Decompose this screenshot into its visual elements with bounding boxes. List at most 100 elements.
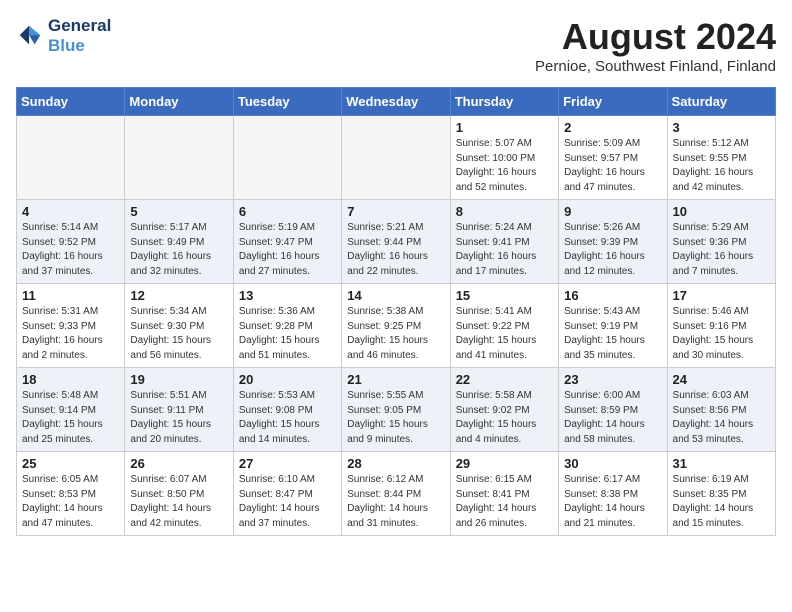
calendar-header-row: SundayMondayTuesdayWednesdayThursdayFrid… [17,88,776,116]
calendar-day-cell: 21 Sunrise: 5:55 AMSunset: 9:05 PMDayligh… [342,368,450,452]
calendar-day-cell: 25 Sunrise: 6:05 AMSunset: 8:53 PMDayligh… [17,452,125,536]
day-info: Sunrise: 5:34 AMSunset: 9:30 PMDaylight:… [130,305,227,363]
calendar-day-cell: 5 Sunrise: 5:17 AMSunset: 9:49 PMDaylight… [125,200,233,284]
calendar-day-cell: 10Sunrise: 5:29 AMSunset: 9:36 PMDayligh… [667,200,775,284]
page-header: General Blue August 2024 Pernioe, Southw… [16,16,776,75]
day-info: Sunrise: 5:51 AMSunset: 9:11 PMDaylight:… [130,389,227,447]
calendar-table: SundayMondayTuesdayWednesdayThursdayFrid… [16,87,776,536]
day-number: 1 [456,120,553,135]
logo-text: General Blue [48,16,111,56]
day-info: Sunrise: 5:19 AMSunset: 9:47 PMDaylight:… [239,221,336,279]
day-number: 24 [673,372,770,387]
day-number: 11 [22,288,119,303]
day-number: 2 [564,120,661,135]
day-info: Sunrise: 5:46 AMSunset: 9:16 PMDaylight:… [673,305,770,363]
day-number: 4 [22,204,119,219]
day-header-saturday: Saturday [667,88,775,116]
calendar-week-row: 25 Sunrise: 6:05 AMSunset: 8:53 PMDayligh… [17,452,776,536]
calendar-day-cell: 2 Sunrise: 5:09 AMSunset: 9:57 PMDaylight… [559,116,667,200]
day-info: Sunrise: 5:21 AMSunset: 9:44 PMDaylight:… [347,221,444,279]
calendar-day-cell [17,116,125,200]
day-info: Sunrise: 5:58 AMSunset: 9:02 PMDaylight:… [456,389,553,447]
calendar-day-cell: 8 Sunrise: 5:24 AMSunset: 9:41 PMDaylight… [450,200,558,284]
calendar-day-cell: 23Sunrise: 6:00 AMSunset: 8:59 PMDayligh… [559,368,667,452]
day-number: 28 [347,456,444,471]
calendar-day-cell: 6 Sunrise: 5:19 AMSunset: 9:47 PMDaylight… [233,200,341,284]
calendar-day-cell [125,116,233,200]
day-number: 20 [239,372,336,387]
day-header-tuesday: Tuesday [233,88,341,116]
day-number: 6 [239,204,336,219]
day-info: Sunrise: 5:55 AMSunset: 9:05 PMDaylight:… [347,389,444,447]
day-info: Sunrise: 5:07 AMSunset: 10:00 PMDaylight… [456,137,553,195]
calendar-day-cell: 1 Sunrise: 5:07 AMSunset: 10:00 PMDayligh… [450,116,558,200]
day-info: Sunrise: 6:00 AMSunset: 8:59 PMDaylight:… [564,389,661,447]
day-header-monday: Monday [125,88,233,116]
day-number: 12 [130,288,227,303]
day-number: 5 [130,204,227,219]
day-number: 8 [456,204,553,219]
day-number: 29 [456,456,553,471]
calendar-day-cell: 28 Sunrise: 6:12 AMSunset: 8:44 PMDayligh… [342,452,450,536]
day-info: Sunrise: 6:03 AMSunset: 8:56 PMDaylight:… [673,389,770,447]
calendar-week-row: 1 Sunrise: 5:07 AMSunset: 10:00 PMDayligh… [17,116,776,200]
day-number: 25 [22,456,119,471]
day-number: 18 [22,372,119,387]
day-number: 13 [239,288,336,303]
day-info: Sunrise: 6:12 AMSunset: 8:44 PMDaylight:… [347,473,444,531]
day-info: Sunrise: 5:38 AMSunset: 9:25 PMDaylight:… [347,305,444,363]
calendar-day-cell [342,116,450,200]
day-number: 31 [673,456,770,471]
calendar-day-cell: 14 Sunrise: 5:38 AMSunset: 9:25 PMDayligh… [342,284,450,368]
calendar-week-row: 4 Sunrise: 5:14 AMSunset: 9:52 PMDaylight… [17,200,776,284]
day-info: Sunrise: 6:05 AMSunset: 8:53 PMDaylight:… [22,473,119,531]
day-header-thursday: Thursday [450,88,558,116]
day-info: Sunrise: 5:12 AMSunset: 9:55 PMDaylight:… [673,137,770,195]
day-number: 9 [564,204,661,219]
calendar-day-cell: 24 Sunrise: 6:03 AMSunset: 8:56 PMDayligh… [667,368,775,452]
day-info: Sunrise: 6:10 AMSunset: 8:47 PMDaylight:… [239,473,336,531]
day-number: 16 [564,288,661,303]
calendar-day-cell: 13 Sunrise: 5:36 AMSunset: 9:28 PMDayligh… [233,284,341,368]
calendar-day-cell: 22Sunrise: 5:58 AMSunset: 9:02 PMDayligh… [450,368,558,452]
calendar-day-cell: 16 Sunrise: 5:43 AMSunset: 9:19 PMDayligh… [559,284,667,368]
logo: General Blue [16,16,111,56]
calendar-week-row: 18Sunrise: 5:48 AMSunset: 9:14 PMDayligh… [17,368,776,452]
day-number: 26 [130,456,227,471]
calendar-day-cell: 17 Sunrise: 5:46 AMSunset: 9:16 PMDayligh… [667,284,775,368]
calendar-day-cell: 3 Sunrise: 5:12 AMSunset: 9:55 PMDaylight… [667,116,775,200]
day-number: 19 [130,372,227,387]
day-number: 21 [347,372,444,387]
day-info: Sunrise: 5:43 AMSunset: 9:19 PMDaylight:… [564,305,661,363]
day-header-sunday: Sunday [17,88,125,116]
day-info: Sunrise: 5:14 AMSunset: 9:52 PMDaylight:… [22,221,119,279]
logo-icon [16,22,44,50]
day-info: Sunrise: 5:09 AMSunset: 9:57 PMDaylight:… [564,137,661,195]
calendar-day-cell: 9 Sunrise: 5:26 AMSunset: 9:39 PMDaylight… [559,200,667,284]
day-number: 17 [673,288,770,303]
calendar-day-cell [233,116,341,200]
day-info: Sunrise: 5:26 AMSunset: 9:39 PMDaylight:… [564,221,661,279]
calendar-day-cell: 4 Sunrise: 5:14 AMSunset: 9:52 PMDaylight… [17,200,125,284]
day-number: 10 [673,204,770,219]
day-number: 3 [673,120,770,135]
day-number: 14 [347,288,444,303]
calendar-day-cell: 7Sunrise: 5:21 AMSunset: 9:44 PMDaylight… [342,200,450,284]
day-number: 15 [456,288,553,303]
day-info: Sunrise: 6:07 AMSunset: 8:50 PMDaylight:… [130,473,227,531]
calendar-day-cell: 20 Sunrise: 5:53 AMSunset: 9:08 PMDayligh… [233,368,341,452]
day-info: Sunrise: 5:17 AMSunset: 9:49 PMDaylight:… [130,221,227,279]
day-info: Sunrise: 5:53 AMSunset: 9:08 PMDaylight:… [239,389,336,447]
calendar-day-cell: 15Sunrise: 5:41 AMSunset: 9:22 PMDayligh… [450,284,558,368]
calendar-day-cell: 12 Sunrise: 5:34 AMSunset: 9:30 PMDayligh… [125,284,233,368]
day-info: Sunrise: 6:15 AMSunset: 8:41 PMDaylight:… [456,473,553,531]
calendar-week-row: 11Sunrise: 5:31 AMSunset: 9:33 PMDayligh… [17,284,776,368]
day-header-wednesday: Wednesday [342,88,450,116]
day-info: Sunrise: 5:24 AMSunset: 9:41 PMDaylight:… [456,221,553,279]
calendar-day-cell: 18Sunrise: 5:48 AMSunset: 9:14 PMDayligh… [17,368,125,452]
calendar-day-cell: 11Sunrise: 5:31 AMSunset: 9:33 PMDayligh… [17,284,125,368]
day-info: Sunrise: 5:36 AMSunset: 9:28 PMDaylight:… [239,305,336,363]
location: Pernioe, Southwest Finland, Finland [535,58,776,75]
month-title: August 2024 [535,16,776,58]
day-info: Sunrise: 6:19 AMSunset: 8:35 PMDaylight:… [673,473,770,531]
